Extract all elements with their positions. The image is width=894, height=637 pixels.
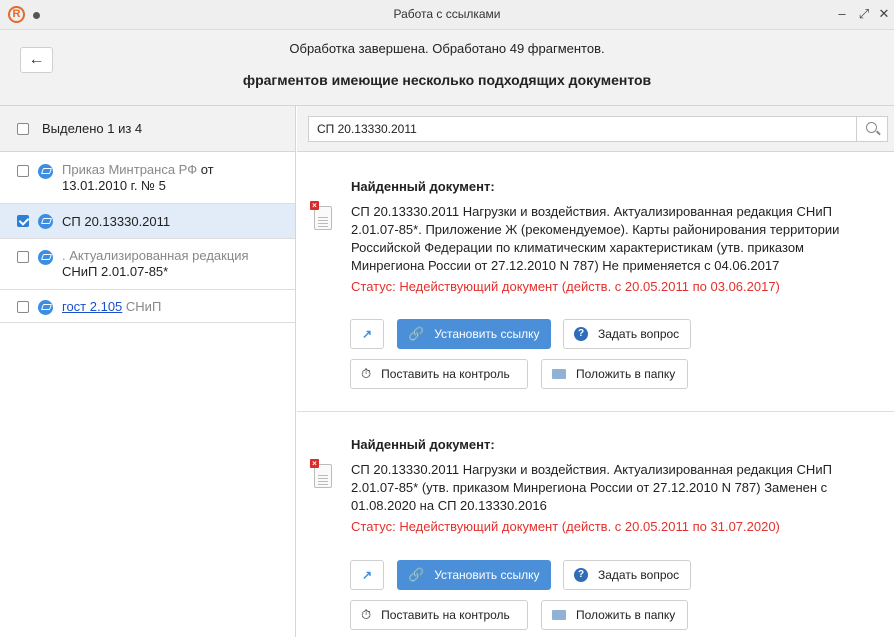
selection-header: Выделено 1 из 4 — [0, 106, 295, 152]
item-label: Приказ Минтранса РФ от 13.01.2010 г. № 5 — [62, 162, 275, 194]
card-heading: Найденный документ: — [351, 179, 495, 194]
put-on-control-button[interactable]: ⏱ Поставить на контроль — [350, 600, 528, 630]
list-item[interactable]: СП 20.13330.2011 — [0, 204, 295, 239]
selection-count: Выделено 1 из 4 — [42, 121, 143, 136]
chain-link-icon: 🔗 — [408, 567, 425, 582]
layers-icon — [38, 250, 53, 265]
set-link-button[interactable]: 🔗 Установить ссылку — [397, 319, 551, 349]
item-checkbox[interactable] — [17, 215, 29, 227]
put-in-folder-button[interactable]: Положить в папку — [541, 600, 688, 630]
item-text-gray: СНиП — [122, 299, 162, 314]
select-all-checkbox[interactable] — [17, 123, 29, 135]
item-text-gray: . Актуализированная редакция — [62, 248, 249, 263]
item-label: гост 2.105 СНиП — [62, 299, 275, 315]
put-in-folder-button[interactable]: Положить в папку — [541, 359, 688, 389]
button-label: Задать вопрос — [598, 568, 680, 582]
title-bar: R Работа с ссылками – ⤢ ✕ — [0, 0, 894, 30]
invalid-mark-icon: × — [310, 459, 319, 468]
layers-icon — [38, 214, 53, 229]
external-link-icon: ↗ — [361, 568, 373, 582]
card-description: СП 20.13330.2011 Нагрузки и воздействия.… — [351, 204, 840, 273]
put-on-control-button[interactable]: ⏱ Поставить на контроль — [350, 359, 528, 389]
folder-icon — [552, 369, 566, 379]
item-link[interactable]: гост 2.105 — [62, 299, 122, 314]
fragment-list: Выделено 1 из 4 Приказ Минтранса РФ от 1… — [0, 106, 296, 637]
folder-icon — [552, 610, 566, 620]
button-label: Положить в папку — [576, 608, 676, 622]
maximize-button[interactable]: ⤢ — [856, 6, 872, 22]
list-item[interactable]: гост 2.105 СНиП — [0, 290, 295, 323]
button-label: Поставить на контроль — [381, 367, 510, 381]
document-card: × Найденный документ: СП 20.13330.2011 Н… — [297, 153, 894, 411]
question-icon: ? — [574, 327, 588, 341]
processing-status: Обработка завершена. Обработано 49 фрагм… — [289, 41, 605, 56]
item-text-gray: Приказ Минтранса РФ — [62, 162, 198, 177]
search-input[interactable] — [308, 116, 856, 142]
close-button[interactable]: ✕ — [876, 6, 892, 22]
header: ← Обработка завершена. Обработано 49 фра… — [0, 30, 894, 106]
set-link-button[interactable]: 🔗 Установить ссылку — [397, 560, 551, 590]
open-document-button[interactable]: ↗ — [350, 319, 384, 349]
ask-question-button[interactable]: ? Задать вопрос — [563, 560, 691, 590]
open-document-button[interactable]: ↗ — [350, 560, 384, 590]
document-icon: × — [310, 459, 332, 488]
question-icon: ? — [574, 568, 588, 582]
layers-icon — [38, 300, 53, 315]
main-panel: × Найденный документ: СП 20.13330.2011 Н… — [297, 106, 894, 637]
item-checkbox[interactable] — [17, 301, 29, 313]
card-description: СП 20.13330.2011 Нагрузки и воздействия.… — [351, 462, 832, 513]
item-checkbox[interactable] — [17, 251, 29, 263]
button-label: Поставить на контроль — [381, 608, 510, 622]
button-label: Положить в папку — [576, 367, 676, 381]
item-text-dark: СП 20.13330.2011 — [62, 214, 171, 229]
button-label: Установить ссылку — [434, 568, 540, 582]
search-bar — [297, 106, 894, 152]
card-status: Статус: Недействующий документ (действ. … — [351, 279, 780, 294]
item-text-dark: СНиП 2.01.07-85* — [62, 264, 169, 279]
document-card: × Найденный документ: СП 20.13330.2011 Н… — [297, 411, 894, 637]
button-label: Задать вопрос — [598, 327, 680, 341]
item-label: . Актуализированная редакция СНиП 2.01.0… — [62, 248, 275, 280]
invalid-mark-icon: × — [310, 201, 319, 210]
card-status: Статус: Недействующий документ (действ. … — [351, 519, 780, 534]
minimize-button[interactable]: – — [834, 6, 850, 21]
page-title: фрагментов имеющие несколько подходящих … — [242, 72, 652, 88]
external-link-icon: ↗ — [361, 327, 373, 341]
chain-link-icon: 🔗 — [408, 326, 425, 341]
list-item[interactable]: . Актуализированная редакция СНиП 2.01.0… — [0, 239, 295, 290]
window-title: Работа с ссылками — [393, 7, 501, 21]
document-icon: × — [310, 201, 332, 230]
stopwatch-icon: ⏱ — [361, 366, 372, 381]
button-label: Установить ссылку — [434, 327, 540, 341]
item-checkbox[interactable] — [17, 165, 29, 177]
ask-question-button[interactable]: ? Задать вопрос — [563, 319, 691, 349]
item-label: СП 20.13330.2011 — [62, 214, 275, 230]
stopwatch-icon: ⏱ — [361, 607, 372, 622]
list-item[interactable]: Приказ Минтранса РФ от 13.01.2010 г. № 5 — [0, 152, 295, 204]
card-heading: Найденный документ: — [351, 437, 495, 452]
layers-icon — [38, 164, 53, 179]
search-icon[interactable] — [856, 116, 888, 142]
